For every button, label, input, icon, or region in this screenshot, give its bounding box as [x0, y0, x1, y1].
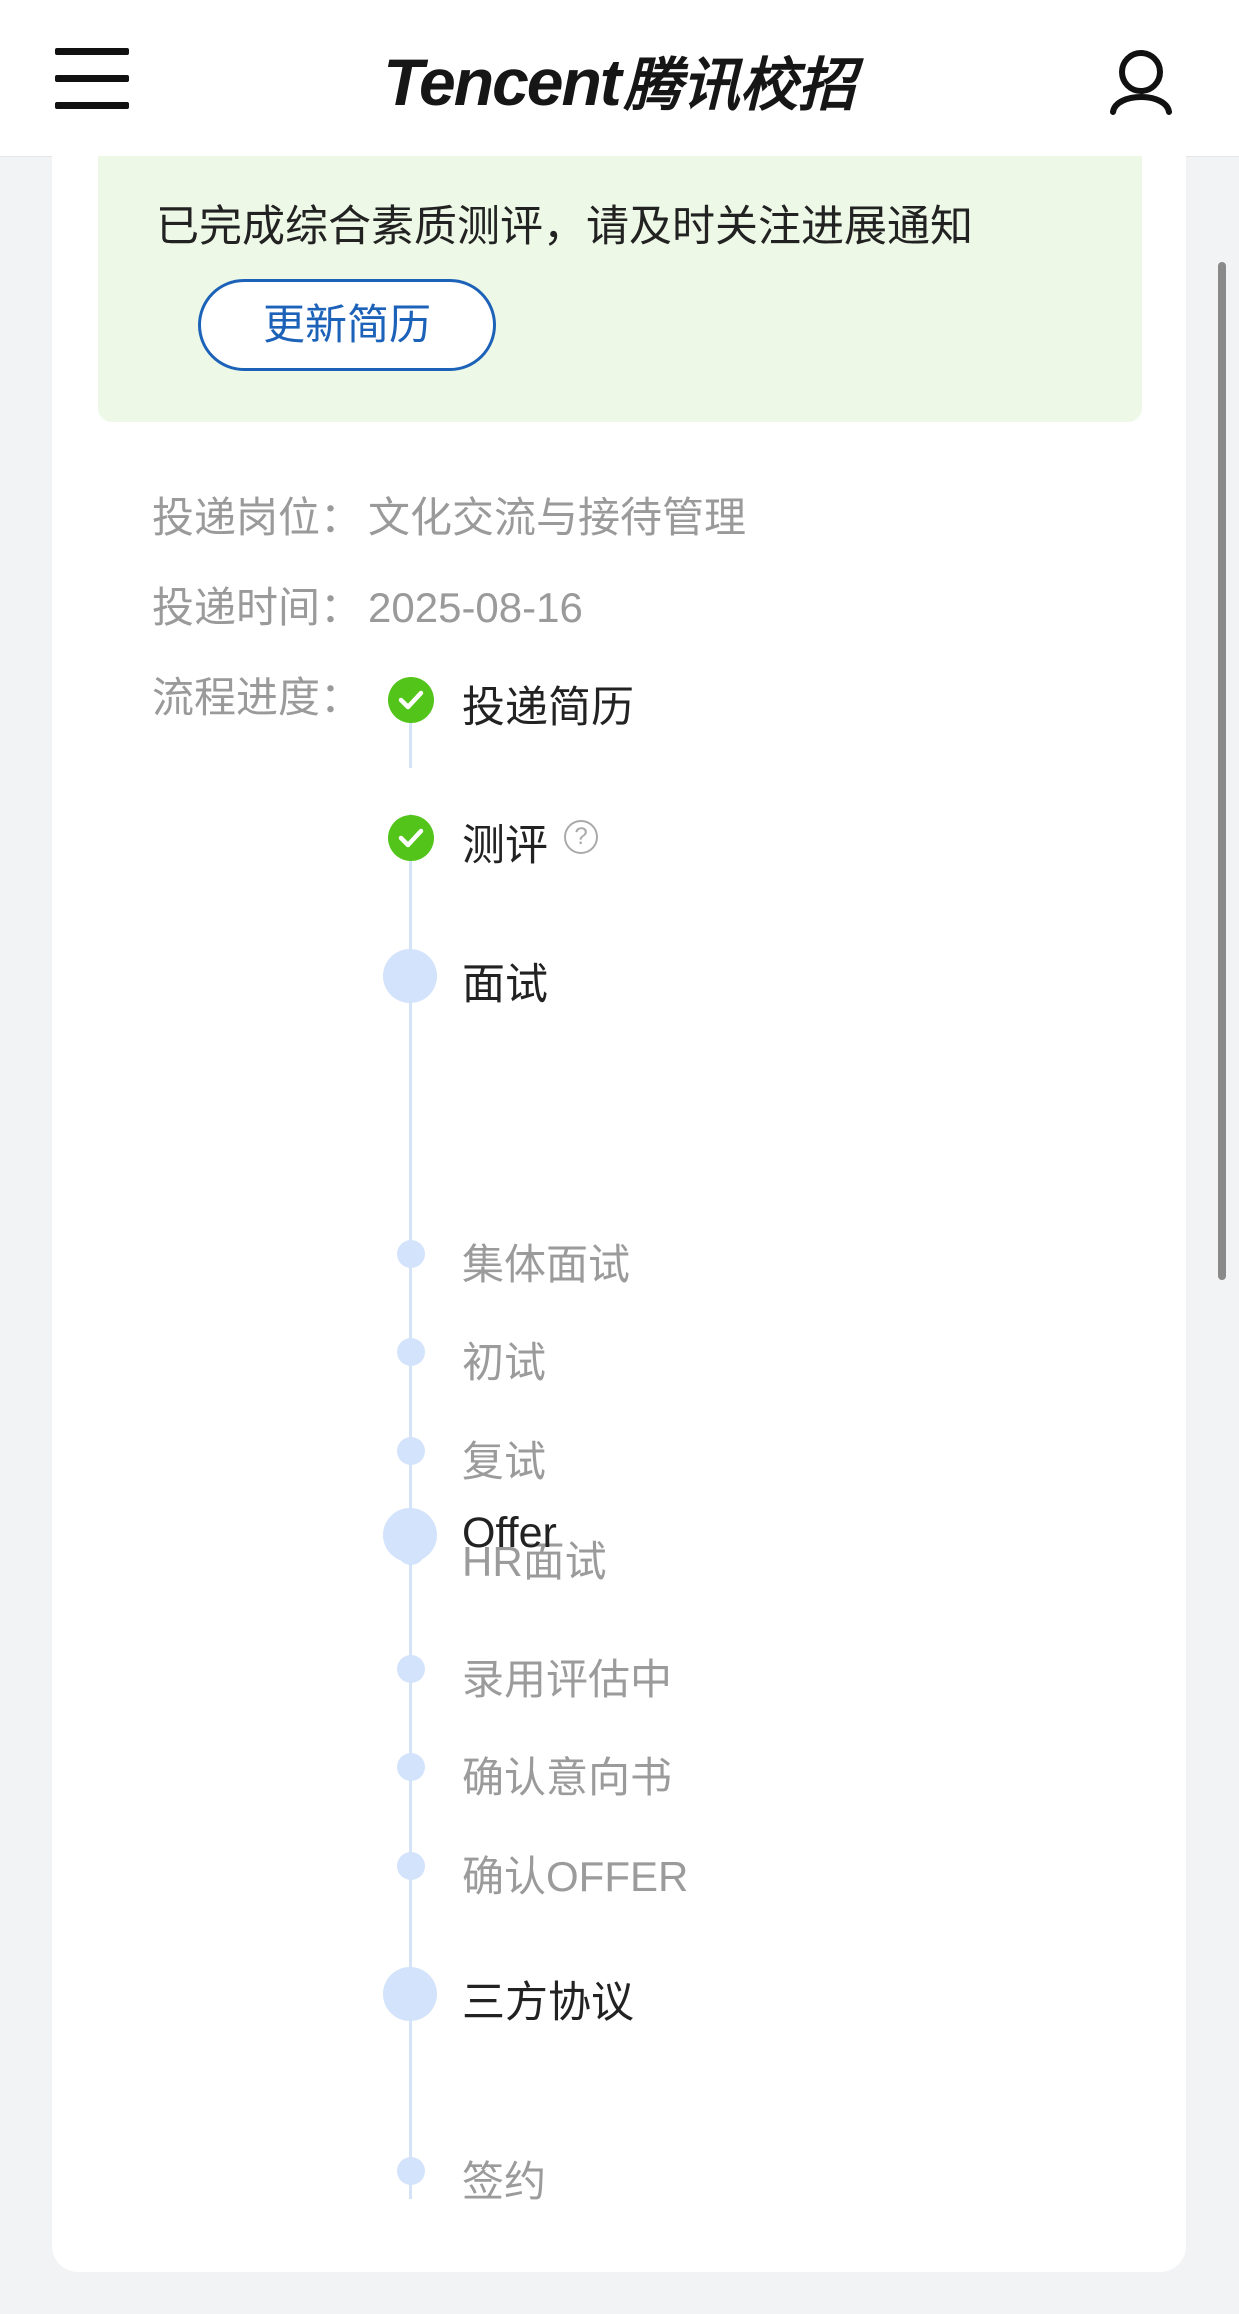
substep-pending-dot	[397, 1338, 425, 1366]
step-pending-dot	[383, 949, 437, 1003]
substep-pending-dot	[397, 1655, 425, 1683]
step-done-check-icon	[388, 677, 434, 723]
user-profile-icon[interactable]	[1108, 48, 1174, 116]
page-scrollbar[interactable]	[1218, 262, 1226, 1280]
application-status-card: 已完成综合素质测评，请及时关注进展通知 更新简历 投递岗位： 文化交流与接待管理 …	[52, 156, 1186, 2272]
step-done-check-icon	[388, 815, 434, 861]
substep-confirm-offer: 确认OFFER	[462, 1853, 689, 1900]
help-circle-icon[interactable]: ?	[564, 820, 598, 854]
substep-pending-dot	[397, 1240, 425, 1268]
substep-pending-dot	[397, 1437, 425, 1465]
substep-first-interview: 初试	[462, 1339, 547, 1386]
step-submit-resume: 投递简历	[462, 684, 634, 732]
step-offer: Offer	[462, 1509, 557, 1557]
progress-timeline: 投递简历 测评 ? 面试 集体面试 初试 复试 HR面试 Offer 录用评估中…	[52, 156, 1186, 2272]
step-assessment: 测评	[462, 822, 548, 870]
substep-sign-contract: 签约	[462, 2158, 547, 2205]
step-pending-dot	[383, 1508, 437, 1562]
top-navigation-bar: Tencent腾讯校招	[0, 0, 1239, 157]
step-tripartite-agreement: 三方协议	[462, 1979, 634, 2027]
substep-pending-dot	[397, 2157, 425, 2185]
step-pending-dot	[383, 1967, 437, 2021]
substep-pending-dot	[397, 1753, 425, 1781]
brand-name-cn: 腾讯校招	[623, 53, 856, 118]
substep-confirm-intent-letter: 确认意向书	[462, 1754, 673, 1801]
tencent-campus-logo[interactable]: Tencent腾讯校招	[0, 38, 1239, 122]
brand-name-en: Tencent	[383, 45, 622, 119]
substep-hiring-evaluation: 录用评估中	[462, 1656, 673, 1703]
step-interview: 面试	[462, 961, 548, 1009]
substep-second-interview: 复试	[462, 1438, 547, 1485]
substep-group-interview: 集体面试	[462, 1241, 631, 1288]
substep-pending-dot	[397, 1852, 425, 1880]
